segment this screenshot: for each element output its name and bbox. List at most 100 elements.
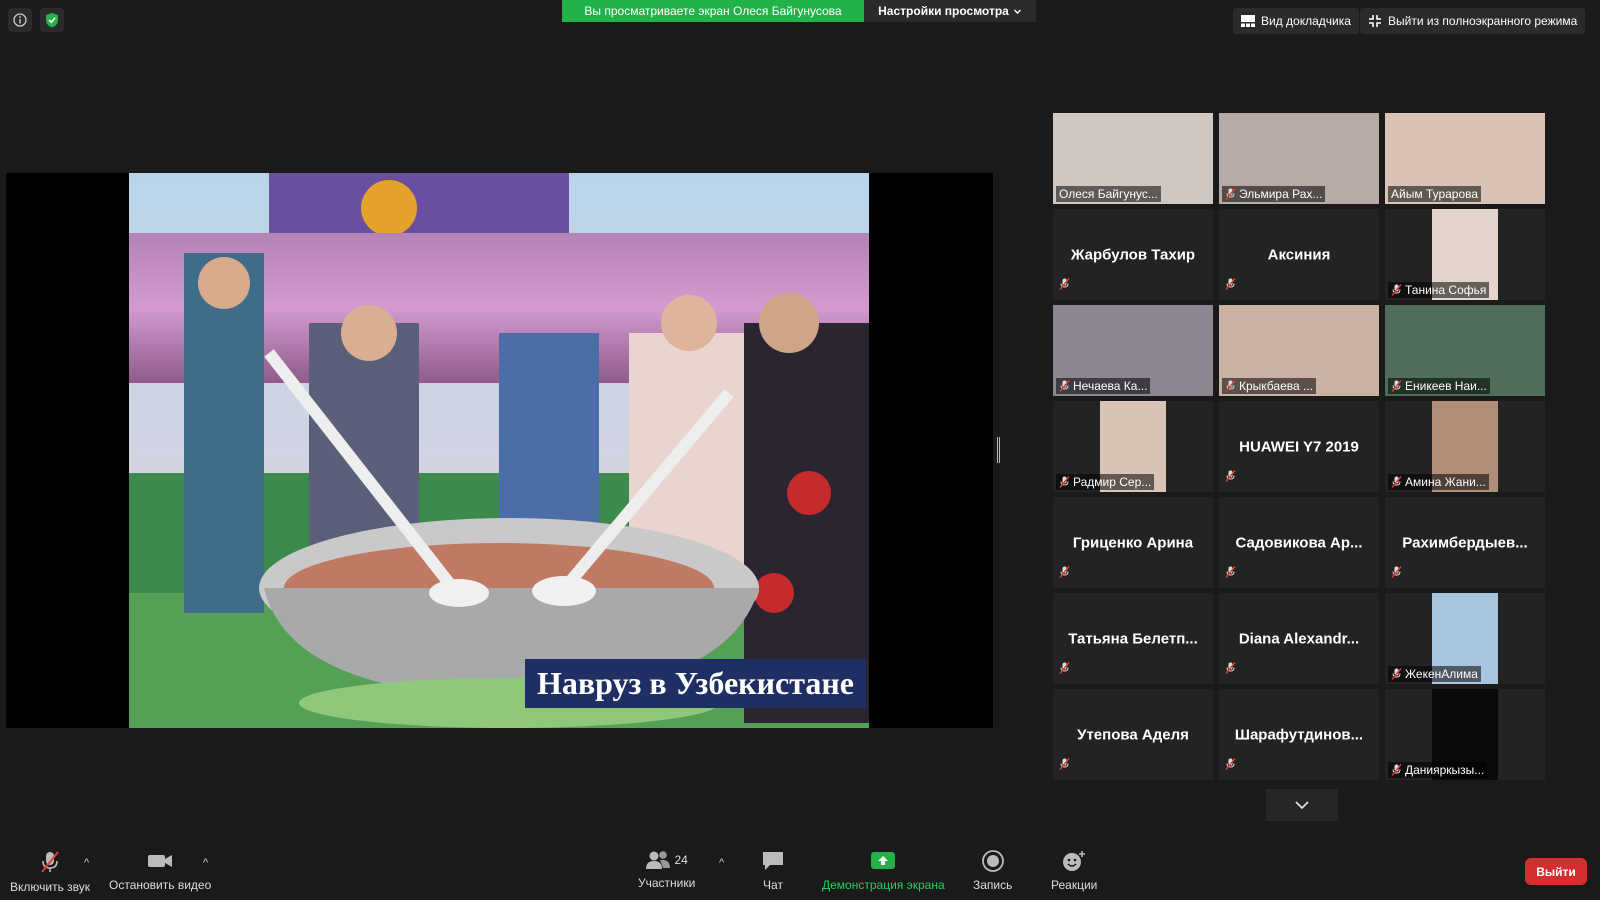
mic-muted-icon — [1391, 668, 1402, 680]
participant-name: Шарафутдинов... — [1234, 726, 1364, 743]
participant-name: Данияркызы... — [1405, 763, 1485, 777]
participant-name: Эльмира Рах... — [1239, 187, 1323, 201]
participant-name: Татьяна Белетп... — [1068, 630, 1198, 647]
leave-meeting-button[interactable]: Выйти — [1525, 858, 1587, 885]
stop-video-button[interactable]: Остановить видео — [109, 850, 211, 892]
gallery-scroll-down-button[interactable] — [1266, 789, 1338, 821]
participant-tile[interactable]: Нечаева Ка... — [1053, 305, 1213, 396]
splitter-handle[interactable] — [997, 437, 1000, 463]
participant-name: Еникеев Наи... — [1405, 379, 1487, 393]
top-left-icons — [8, 8, 64, 32]
mute-indicator — [1059, 757, 1070, 775]
participant-tile[interactable]: Танина Софья — [1385, 209, 1545, 300]
participant-tile[interactable]: Шарафутдинов... — [1219, 689, 1379, 780]
info-icon[interactable] — [8, 8, 32, 32]
speaker-view-label: Вид докладчика — [1261, 14, 1351, 28]
record-button[interactable]: Запись — [973, 850, 1012, 892]
participant-tile[interactable]: ЖекенАлима — [1385, 593, 1545, 684]
mic-muted-icon — [1391, 566, 1402, 578]
participant-tile[interactable]: Жарбулов Тахир — [1053, 209, 1213, 300]
participant-name-label: ЖекенАлима — [1388, 666, 1481, 682]
participant-name: Рахимбердыев... — [1402, 534, 1528, 551]
navruz-festival-photo — [129, 173, 869, 728]
participants-icon-wrap: 24 — [645, 850, 688, 870]
reactions-label: Реакции — [1051, 878, 1098, 892]
participant-name-label: Нечаева Ка... — [1056, 378, 1151, 394]
speaker-view-button[interactable]: Вид докладчика — [1233, 8, 1359, 34]
participant-tile[interactable]: Амина Жани... — [1385, 401, 1545, 492]
mic-muted-icon — [1059, 662, 1070, 674]
mic-muted-icon — [1225, 470, 1236, 482]
mic-muted-icon — [1225, 758, 1236, 770]
mic-muted-icon — [1225, 380, 1236, 392]
slide-photo: Навруз в Узбекистане — [129, 173, 869, 728]
mute-indicator — [1059, 277, 1070, 295]
participant-name: Амина Жани... — [1405, 475, 1486, 489]
participant-tile[interactable]: Айым Турарова — [1385, 113, 1545, 204]
participant-tile[interactable]: Олеся Байгунус... — [1053, 113, 1213, 204]
mic-muted-icon — [1225, 278, 1236, 290]
participant-tile[interactable]: Садовикова Ар... — [1219, 497, 1379, 588]
participants-label: Участники — [638, 876, 696, 890]
mic-muted-icon — [1225, 188, 1236, 200]
slide-caption: Навруз в Узбекистане — [524, 659, 866, 708]
chat-button[interactable]: Чат — [761, 850, 785, 892]
participant-name: Садовикова Ар... — [1235, 534, 1363, 551]
share-screen-icon — [871, 852, 896, 869]
participant-name: Diana Alexandr... — [1238, 630, 1360, 647]
participant-tile[interactable]: Татьяна Белетп... — [1053, 593, 1213, 684]
share-screen-button[interactable]: Демонстрация экрана — [822, 850, 945, 892]
participant-tile[interactable]: Аксиния — [1219, 209, 1379, 300]
mute-indicator — [1225, 661, 1236, 679]
participants-icon — [646, 851, 671, 869]
reactions-icon — [1063, 851, 1086, 871]
audio-options-caret[interactable]: ^ — [84, 857, 89, 869]
unmute-button[interactable]: Включить звук — [10, 850, 90, 894]
mic-muted-icon — [1391, 476, 1402, 488]
participant-name-label: Крыкбаева ... — [1222, 378, 1316, 394]
exit-fullscreen-icon — [1369, 15, 1381, 27]
mute-indicator — [1225, 277, 1236, 295]
exit-fullscreen-button[interactable]: Выйти из полноэкранного режима — [1360, 8, 1586, 34]
grid-icon — [1241, 15, 1255, 27]
participants-count: 24 — [674, 853, 688, 867]
participant-tile[interactable]: Данияркызы... — [1385, 689, 1545, 780]
participant-tile[interactable]: Крыкбаева ... — [1219, 305, 1379, 396]
participant-name: Танина Софья — [1405, 283, 1487, 297]
record-label: Запись — [973, 878, 1013, 892]
participant-tile[interactable]: Эльмира Рах... — [1219, 113, 1379, 204]
video-options-caret[interactable]: ^ — [203, 857, 208, 869]
mic-muted-icon — [1059, 380, 1070, 392]
shared-screen[interactable]: Навруз в Узбекистане — [6, 173, 993, 728]
participant-tile[interactable]: Рахимбердыев... — [1385, 497, 1545, 588]
participant-name: Гриценко Арина — [1072, 534, 1194, 551]
mute-indicator — [1059, 661, 1070, 679]
participant-name: Крыкбаева ... — [1239, 379, 1313, 393]
participant-name: Утепова Аделя — [1077, 726, 1189, 743]
stop-video-label: Остановить видео — [109, 878, 212, 892]
participant-name: Радмир Сер... — [1073, 475, 1152, 489]
participant-tile[interactable]: Радмир Сер... — [1053, 401, 1213, 492]
participants-button[interactable]: 24 Участники — [638, 850, 695, 890]
mic-muted-icon — [1225, 662, 1236, 674]
participant-name: Жарбулов Тахир — [1070, 246, 1196, 263]
mic-muted-icon — [1391, 764, 1402, 776]
participant-tile[interactable]: Еникеев Наи... — [1385, 305, 1545, 396]
mic-muted-icon — [1391, 284, 1402, 296]
participant-name-label: Амина Жани... — [1388, 474, 1489, 490]
mute-indicator — [1059, 565, 1070, 583]
record-icon — [981, 850, 1004, 872]
chevron-down-icon — [1013, 9, 1021, 14]
participant-tile[interactable]: HUAWEI Y7 2019 — [1219, 401, 1379, 492]
mic-muted-icon — [1059, 476, 1070, 488]
mic-muted-icon — [1059, 278, 1070, 290]
participants-options-caret[interactable]: ^ — [719, 857, 724, 869]
participant-tile[interactable]: Утепова Аделя — [1053, 689, 1213, 780]
view-settings-dropdown[interactable]: Настройки просмотра — [864, 0, 1036, 22]
encryption-shield-icon[interactable] — [40, 8, 64, 32]
reactions-button[interactable]: Реакции — [1051, 850, 1097, 892]
video-camera-icon — [148, 855, 173, 867]
microphone-muted-icon — [41, 851, 59, 873]
participant-tile[interactable]: Diana Alexandr... — [1219, 593, 1379, 684]
participant-tile[interactable]: Гриценко Арина — [1053, 497, 1213, 588]
